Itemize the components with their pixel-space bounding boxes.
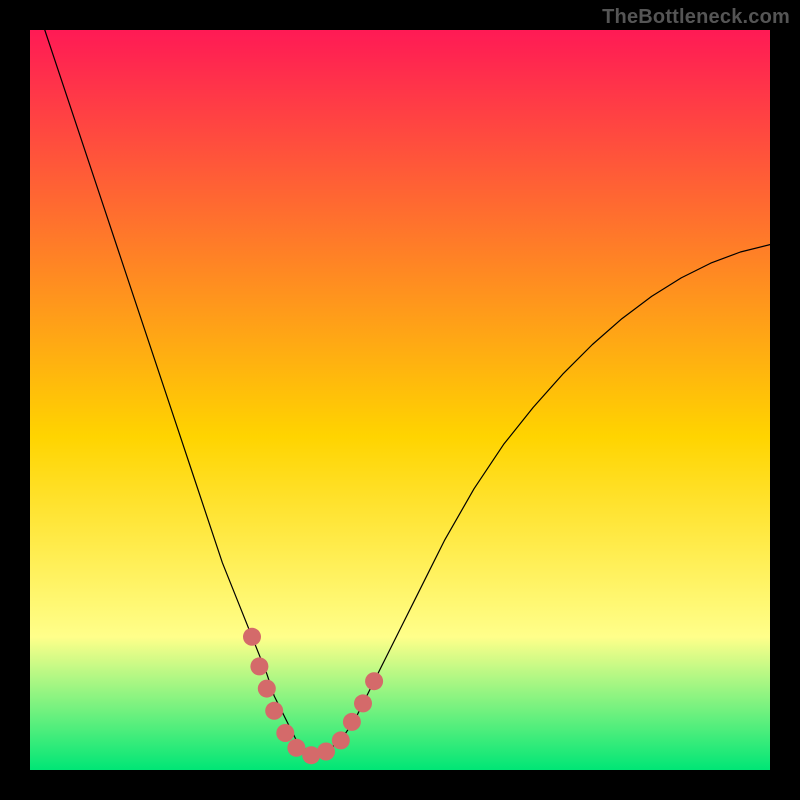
bottleneck-chart	[30, 30, 770, 770]
marker-point	[332, 731, 350, 749]
marker-point	[243, 628, 261, 646]
marker-point	[258, 680, 276, 698]
marker-point	[365, 672, 383, 690]
marker-point	[276, 724, 294, 742]
chart-frame: TheBottleneck.com	[0, 0, 800, 800]
marker-point	[317, 743, 335, 761]
plot-area	[30, 30, 770, 770]
marker-point	[250, 657, 268, 675]
attribution-text: TheBottleneck.com	[602, 6, 790, 29]
gradient-background	[30, 30, 770, 770]
marker-point	[343, 713, 361, 731]
marker-point	[265, 702, 283, 720]
marker-point	[354, 694, 372, 712]
